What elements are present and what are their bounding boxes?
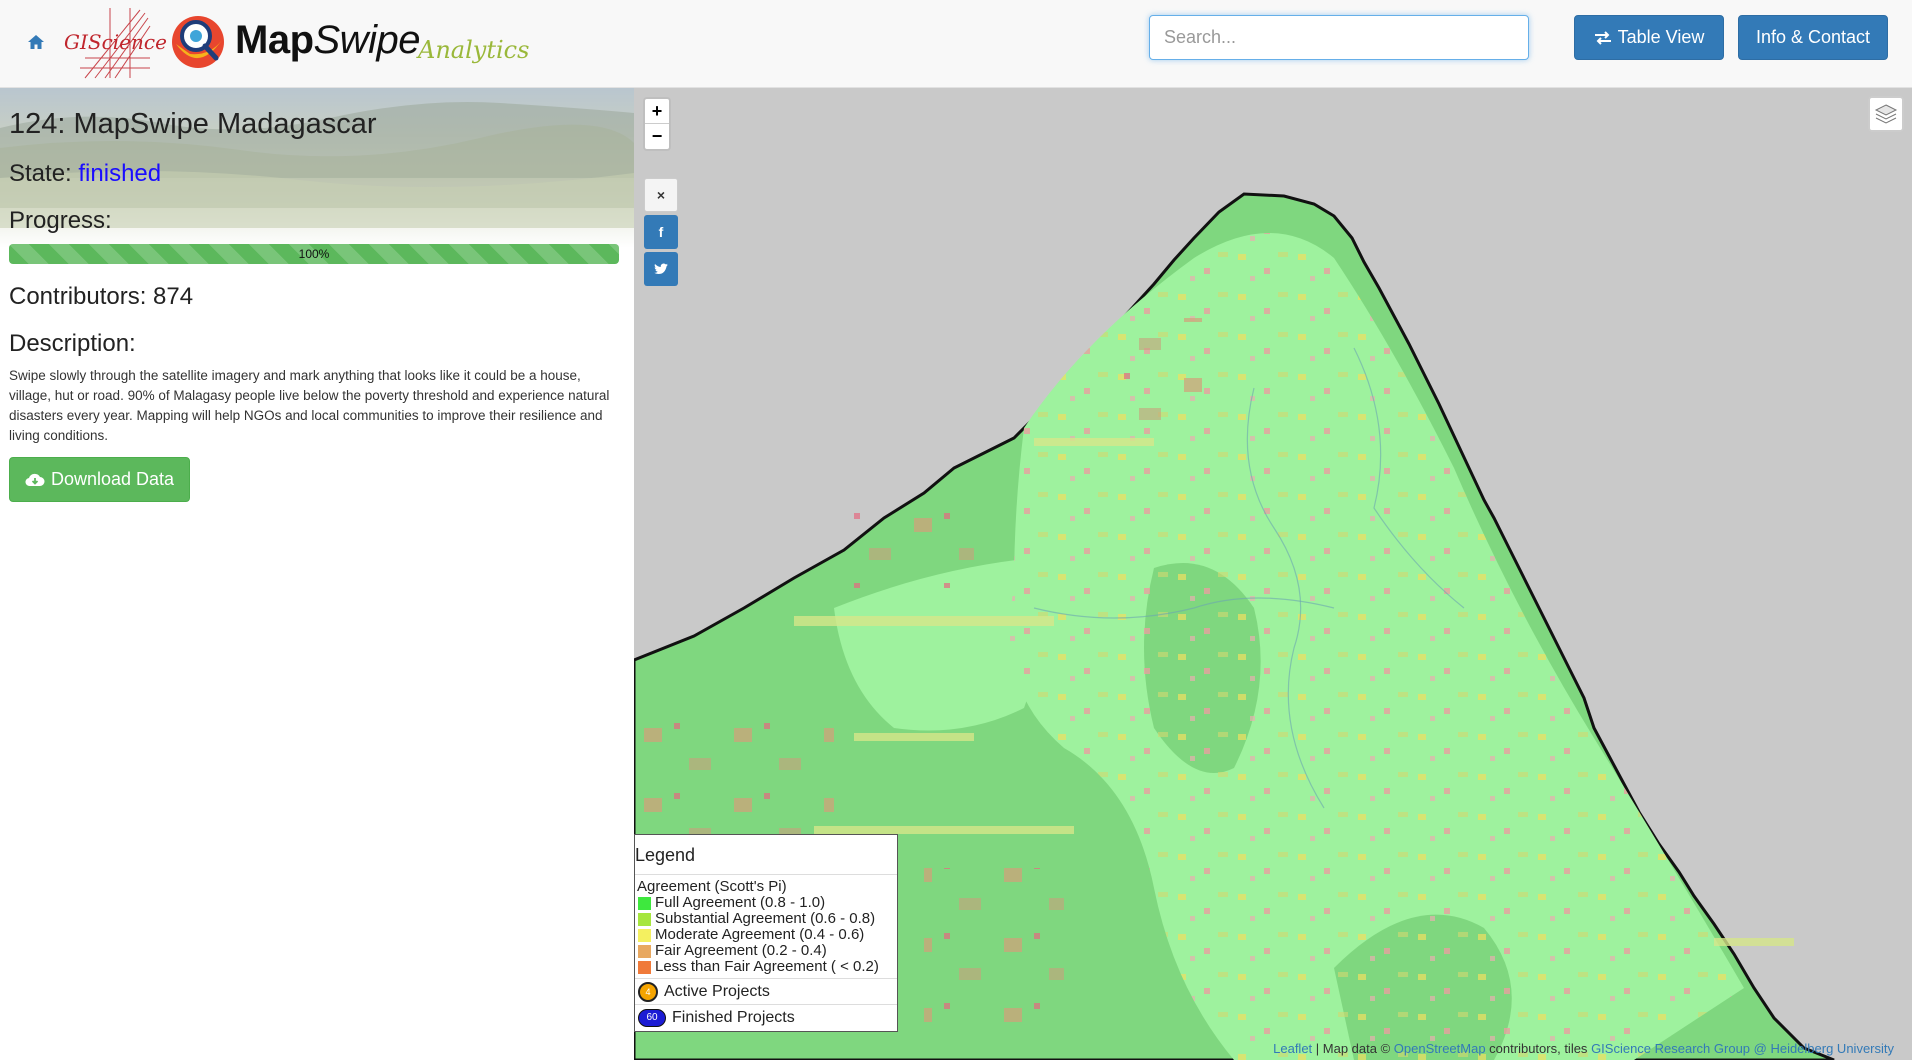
download-data-button[interactable]: Download Data (9, 457, 190, 502)
info-contact-label: Info & Contact (1755, 27, 1871, 47)
close-button[interactable]: × (644, 178, 678, 212)
map-legend: Legend Agreement (Scott's Pi) Full Agree… (634, 834, 898, 1032)
zoom-control: + − (643, 97, 671, 151)
legend-finished-projects: 60 Finished Projects (635, 1004, 897, 1030)
brand-swipe: Swipe (313, 18, 421, 62)
table-view-button[interactable]: Table View (1574, 15, 1724, 60)
legend-swatch (638, 896, 651, 910)
progress-label: Progress: (9, 207, 112, 234)
leaflet-link[interactable]: Leaflet (1273, 1041, 1312, 1056)
legend-item-label: Full Agreement (0.8 - 1.0) (655, 894, 826, 911)
legend-item-label: Less than Fair Agreement ( < 0.2) (655, 958, 879, 975)
legend-item-label: Substantial Agreement (0.6 - 0.8) (655, 910, 876, 927)
giscience-text: GIScience (64, 30, 167, 54)
home-icon[interactable] (26, 32, 46, 52)
zoom-out-button[interactable]: − (645, 124, 669, 149)
brand-analytics: Analytics (418, 36, 530, 64)
legend-swatch (638, 944, 651, 958)
progress-track: 100% (9, 244, 619, 264)
project-sidebar: 124: MapSwipe Madagascar State: finished… (0, 88, 634, 1060)
download-data-label: Download Data (50, 469, 175, 489)
legend-subtitle: Agreement (Scott's Pi) (637, 878, 787, 895)
legend-item: Less than Fair Agreement ( < 0.2) (635, 959, 897, 975)
swap-arrows-icon (1594, 30, 1611, 45)
brand-title[interactable]: MapSwipe (235, 18, 420, 63)
active-projects-badge: 4 (638, 981, 658, 1002)
giscience-link[interactable]: GIScience Research Group @ Heidelberg Un… (1591, 1041, 1894, 1056)
state-value[interactable]: finished (78, 160, 161, 187)
project-state: State: finished (9, 160, 161, 188)
legend-swatch (638, 912, 651, 926)
facebook-icon: f (658, 224, 664, 240)
project-description: Swipe slowly through the satellite image… (9, 368, 610, 443)
table-view-label: Table View (1617, 27, 1705, 47)
zoom-in-button[interactable]: + (645, 99, 669, 124)
mapswipe-logo-icon[interactable] (170, 14, 226, 70)
project-title: 124: MapSwipe Madagascar (9, 108, 377, 140)
map-attribution: Leaflet | Map data © OpenStreetMap contr… (1267, 1038, 1900, 1060)
search-input[interactable] (1149, 15, 1529, 60)
active-projects-label: Active Projects (664, 982, 770, 1000)
legend-item: Moderate Agreement (0.4 - 0.6) (635, 927, 897, 943)
attribution-mid: contributors, tiles (1485, 1041, 1592, 1056)
brand-map: Map (235, 18, 314, 62)
legend-item-label: Fair Agreement (0.2 - 0.4) (655, 942, 827, 959)
finished-projects-label: Finished Projects (672, 1008, 795, 1026)
legend-item: Substantial Agreement (0.6 - 0.8) (635, 911, 897, 927)
attribution-sep: | Map data © (1312, 1041, 1394, 1056)
legend-item: Fair Agreement (0.2 - 0.4) (635, 943, 897, 959)
osm-link[interactable]: OpenStreetMap (1394, 1041, 1486, 1056)
facebook-share-button[interactable]: f (644, 215, 678, 249)
legend-active-projects: 4 Active Projects (635, 978, 897, 1004)
layers-icon (1874, 104, 1898, 124)
layer-switcher-button[interactable] (1868, 96, 1904, 132)
legend-swatch (638, 928, 651, 942)
contributors-count: Contributors: 874 (9, 283, 194, 310)
legend-item: Full Agreement (0.8 - 1.0) (635, 895, 897, 911)
legend-title: Legend (635, 835, 897, 875)
navbar: GIScience MapSwipe Analytics Table View … (0, 0, 1912, 88)
info-contact-button[interactable]: Info & Contact (1738, 15, 1888, 60)
progress-bar: 100% (9, 244, 619, 264)
state-label: State: (9, 160, 72, 187)
finished-projects-badge: 60 (638, 1008, 666, 1027)
twitter-icon (654, 263, 668, 274)
cloud-download-icon (25, 473, 45, 486)
twitter-share-button[interactable] (644, 252, 678, 286)
legend-items: Full Agreement (0.8 - 1.0) Substantial Ag… (635, 895, 897, 975)
description-label: Description: (9, 330, 136, 357)
legend-item-label: Moderate Agreement (0.4 - 0.6) (655, 926, 865, 943)
legend-swatch (638, 960, 651, 974)
map-view[interactable]: + − × f Legend Agreement (Scott's Pi) Fu… (634, 88, 1912, 1060)
